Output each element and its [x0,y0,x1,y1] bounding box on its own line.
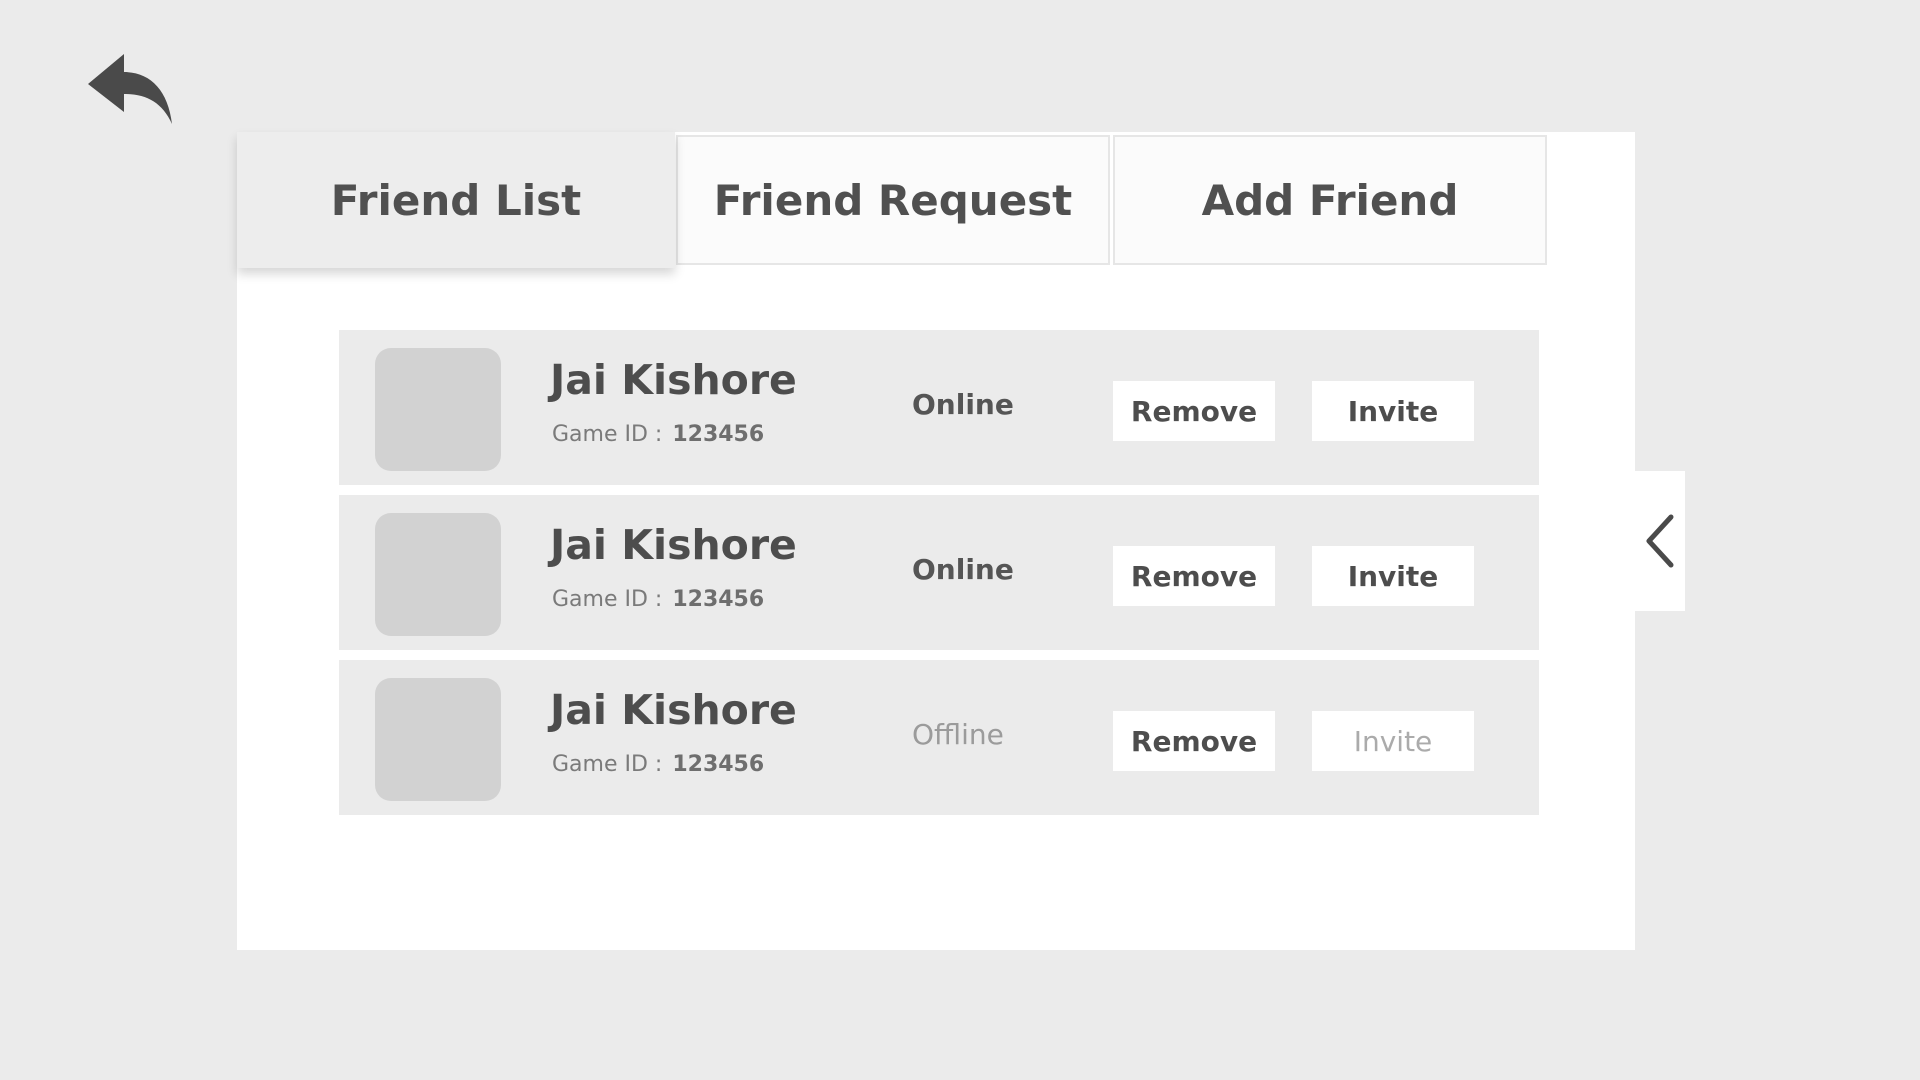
friend-name: Jai Kishore [550,356,797,404]
game-id-label: Game ID : [552,422,663,447]
game-id-label: Game ID : [552,752,663,777]
friends-panel: Friend List Friend Request Add Friend Ja… [237,132,1635,950]
game-id-value: 123456 [672,752,765,777]
tab-bar: Friend List Friend Request Add Friend [237,132,1551,268]
chevron-left-icon [1646,514,1674,568]
tab-label: Friend Request [713,175,1073,225]
status-text: Online [912,553,1014,586]
back-button[interactable] [84,50,174,130]
tab-label: Add Friend [1201,175,1459,225]
game-id-value: 123456 [672,422,765,447]
invite-button[interactable]: Invite [1312,381,1474,441]
friend-row: Jai Kishore Game ID : 123456 Online Remov… [339,495,1539,650]
remove-button[interactable]: Remove [1113,546,1275,606]
remove-button[interactable]: Remove [1113,711,1275,771]
game-id-value: 123456 [672,587,765,612]
avatar [375,513,501,636]
avatar [375,348,501,471]
tab-label: Friend List [330,175,582,225]
game-id-label: Game ID : [552,587,663,612]
status-text: Online [912,388,1014,421]
game-id: Game ID : 123456 [552,752,764,777]
tab-friend-request[interactable]: Friend Request [676,135,1110,265]
remove-button[interactable]: Remove [1113,381,1275,441]
friend-list: Jai Kishore Game ID : 123456 Online Remov… [339,330,1539,825]
invite-button-disabled: Invite [1312,711,1474,771]
game-id: Game ID : 123456 [552,587,764,612]
tab-add-friend[interactable]: Add Friend [1113,135,1547,265]
avatar [375,678,501,801]
friend-name: Jai Kishore [550,521,797,569]
tab-friend-list[interactable]: Friend List [237,132,675,268]
invite-button[interactable]: Invite [1312,546,1474,606]
friend-row: Jai Kishore Game ID : 123456 Offline Remo… [339,660,1539,815]
back-arrow-icon [88,54,172,124]
game-id: Game ID : 123456 [552,422,764,447]
friend-row: Jai Kishore Game ID : 123456 Online Remov… [339,330,1539,485]
friend-name: Jai Kishore [550,686,797,734]
status-text: Offline [912,718,1004,751]
side-panel-toggle[interactable] [1635,471,1685,611]
